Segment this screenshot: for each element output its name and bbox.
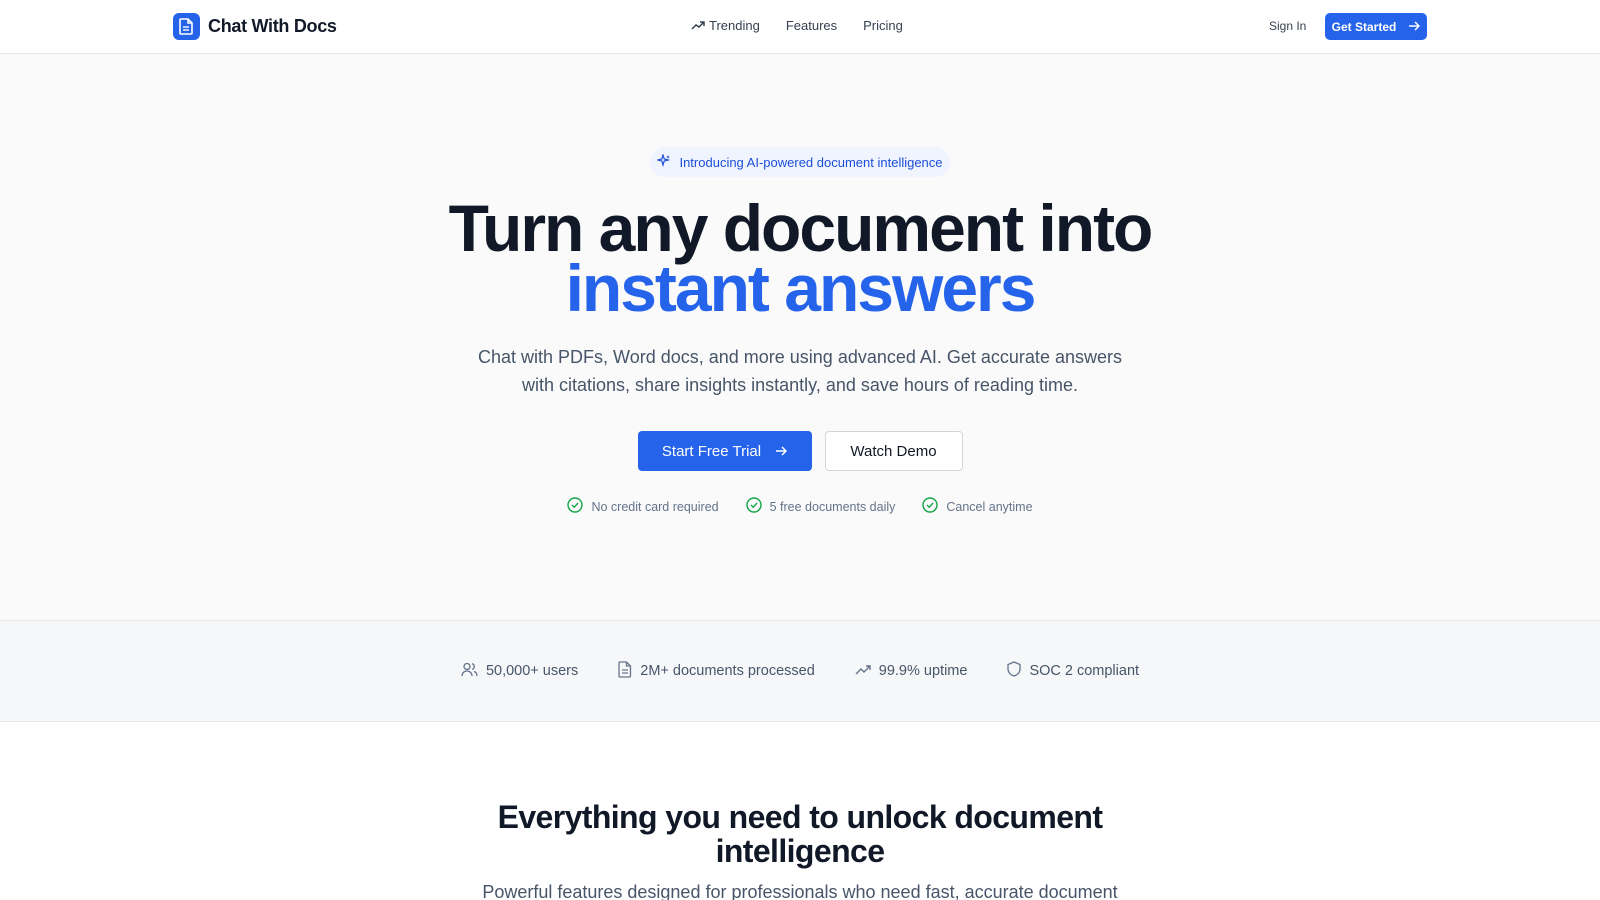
- stat-label: 50,000+ users: [485, 663, 579, 679]
- trending-up-icon: [691, 18, 705, 33]
- get-started-button[interactable]: Get Started: [1325, 13, 1427, 40]
- checklist-label: 5 free documents daily: [769, 499, 896, 514]
- users-icon: [461, 662, 478, 681]
- check-circle-icon: [745, 497, 762, 516]
- features-section: Everything you need to unlock document i…: [0, 722, 1600, 900]
- stat-item: SOC 2 compliant: [1007, 661, 1139, 681]
- checklist-item: No credit card required: [567, 497, 719, 516]
- features-subtitle: Powerful features designed for professio…: [482, 882, 1118, 900]
- checklist-label: Cancel anytime: [946, 499, 1033, 514]
- start-free-trial-label: Start Free Trial: [661, 442, 762, 460]
- features-title: Everything you need to unlock document i…: [497, 799, 1103, 869]
- arrow-right-icon: [1408, 20, 1421, 34]
- stat-label: SOC 2 compliant: [1029, 663, 1140, 679]
- stat-label: 99.9% uptime: [878, 663, 968, 679]
- sign-in-link[interactable]: Sign In: [1269, 19, 1306, 33]
- main-nav: Trending Features Pricing: [691, 18, 903, 33]
- nav-item-label: Trending: [709, 18, 760, 33]
- shield-icon: [1007, 661, 1022, 681]
- stat-item: 50,000+ users: [461, 662, 578, 681]
- hero-title-line1: Turn any document into: [448, 191, 1154, 265]
- stat-item: 99.9% uptime: [855, 663, 968, 679]
- watch-demo-label: Watch Demo: [850, 442, 937, 460]
- brand-link[interactable]: Chat With Docs: [173, 13, 337, 40]
- nav-item-features[interactable]: Features: [786, 18, 837, 33]
- stat-label: 2M+ documents processed: [640, 663, 815, 679]
- watch-demo-button[interactable]: Watch Demo: [824, 431, 963, 471]
- trending-up-icon: [855, 663, 871, 679]
- check-circle-icon: [567, 497, 584, 516]
- stat-item: 2M+ documents processed: [618, 660, 815, 682]
- start-free-trial-button[interactable]: Start Free Trial: [637, 431, 812, 471]
- checklist-item: Cancel anytime: [922, 497, 1033, 516]
- badge-label: Introducing AI-powered document intellig…: [679, 154, 943, 170]
- arrow-right-icon: [775, 443, 788, 460]
- checklist-label: No credit card required: [591, 499, 719, 514]
- sparkles-icon: [656, 152, 671, 171]
- document-icon: [618, 660, 632, 682]
- brand-name: Chat With Docs: [208, 16, 337, 36]
- trust-checklist: No credit card required 5 free documents…: [0, 497, 1600, 516]
- nav-item-trending[interactable]: Trending: [691, 18, 760, 33]
- hero-cta-row: Start Free Trial Watch Demo: [0, 431, 1600, 471]
- top-nav-bar: Chat With Docs Trending Features Pricing…: [0, 0, 1600, 54]
- nav-item-pricing[interactable]: Pricing: [863, 18, 903, 33]
- document-logo-icon: [173, 13, 200, 40]
- hero-title: Turn any document into instant answers: [0, 191, 1600, 325]
- hero-title-highlight: instant answers: [565, 251, 1037, 325]
- checklist-item: 5 free documents daily: [745, 497, 896, 516]
- hero-subtitle: Chat with PDFs, Word docs, and more usin…: [478, 347, 1122, 395]
- check-circle-icon: [922, 497, 939, 516]
- announcement-badge: Introducing AI-powered document intellig…: [650, 147, 950, 177]
- get-started-label: Get Started: [1331, 19, 1397, 34]
- stats-band: 50,000+ users 2M+ documents processed 99…: [0, 620, 1600, 722]
- nav-item-label: Features: [785, 18, 838, 33]
- nav-item-label: Pricing: [863, 18, 903, 33]
